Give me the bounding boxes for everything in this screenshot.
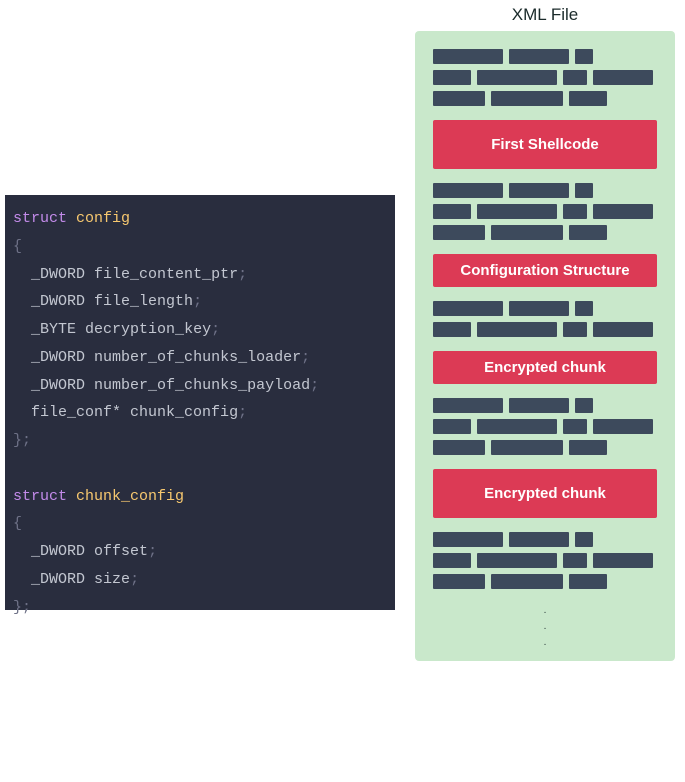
xml-file-diagram: First Shellcode Configuration Structure …: [415, 31, 675, 661]
field-type: _DWORD: [31, 266, 85, 283]
struct-name-config: config: [76, 210, 130, 227]
field-name: offset: [94, 543, 148, 560]
xml-section-encrypted-chunk: Encrypted chunk: [433, 469, 657, 518]
ellipsis-icon: ...: [433, 603, 657, 651]
xml-content-placeholder: [433, 49, 657, 106]
xml-section-config-structure: Configuration Structure: [433, 254, 657, 287]
xml-content-placeholder: [433, 183, 657, 240]
field-name: decryption_key: [85, 321, 211, 338]
field-type: _DWORD: [31, 571, 85, 588]
field-name: file_length: [94, 293, 193, 310]
xml-section-first-shellcode: First Shellcode: [433, 120, 657, 169]
field-type: _DWORD: [31, 293, 85, 310]
field-name: number_of_chunks_loader: [94, 349, 301, 366]
struct-name-chunk-config: chunk_config: [76, 488, 184, 505]
field-type: _DWORD: [31, 377, 85, 394]
field-type: file_conf*: [31, 404, 121, 421]
xml-content-placeholder: [433, 301, 657, 337]
field-type: _BYTE: [31, 321, 76, 338]
field-type: _DWORD: [31, 543, 85, 560]
brace-open: {: [13, 515, 22, 532]
brace-close: };: [13, 432, 31, 449]
xml-file-title: XML File: [405, 5, 685, 25]
field-name: file_content_ptr: [94, 266, 238, 283]
keyword-struct: struct: [13, 210, 67, 227]
field-type: _DWORD: [31, 349, 85, 366]
xml-content-placeholder: [433, 398, 657, 455]
field-name: size: [94, 571, 130, 588]
xml-content-placeholder: [433, 532, 657, 589]
brace-open: {: [13, 238, 22, 255]
code-block: struct config { _DWORD file_content_ptr;…: [5, 195, 395, 610]
field-name: chunk_config: [130, 404, 238, 421]
brace-close: };: [13, 599, 31, 616]
keyword-struct: struct: [13, 488, 67, 505]
field-name: number_of_chunks_payload: [94, 377, 310, 394]
xml-section-encrypted-chunk: Encrypted chunk: [433, 351, 657, 384]
